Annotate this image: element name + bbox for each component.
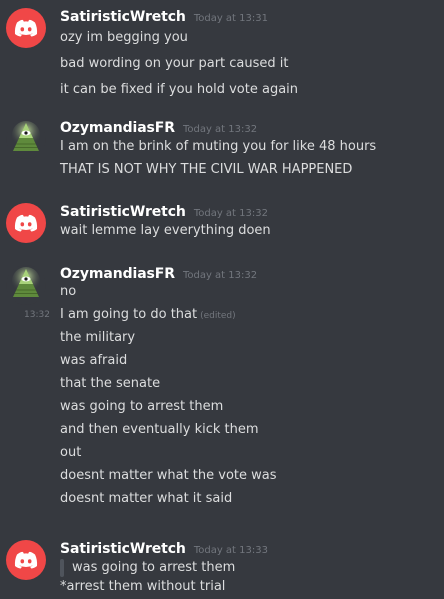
message-text: *arrest them without trial xyxy=(60,579,226,594)
message-text: out xyxy=(60,445,82,460)
illuminati-pyramid-icon xyxy=(12,121,40,151)
username[interactable]: OzymandiasFR xyxy=(60,120,175,136)
username[interactable]: SatiristicWretch xyxy=(60,9,186,25)
message-header: SatiristicWretch Today at 13:31 xyxy=(60,6,268,25)
discord-logo-icon xyxy=(14,19,38,37)
message-text: I am on the brink of muting you for like… xyxy=(60,139,377,154)
message-text: doesnt matter what the vote was xyxy=(60,468,277,483)
message-text: it can be fixed if you hold vote again xyxy=(60,82,299,97)
discord-logo-icon xyxy=(14,214,38,232)
message-text-content: I am going to do that xyxy=(60,307,198,322)
message-text: no xyxy=(60,284,77,299)
message-text: was afraid xyxy=(60,353,128,368)
avatar[interactable] xyxy=(6,119,46,159)
timestamp[interactable]: Today at 13:33 xyxy=(194,545,268,556)
timestamp[interactable]: Today at 13:32 xyxy=(183,124,257,135)
edited-label: (edited) xyxy=(200,311,236,321)
avatar[interactable] xyxy=(6,540,46,580)
message-header: SatiristicWretch Today at 13:32 xyxy=(60,201,268,220)
username[interactable]: SatiristicWretch xyxy=(60,541,186,557)
blockquote-text: was going to arrest them xyxy=(72,560,236,575)
avatar[interactable] xyxy=(6,265,46,305)
timestamp[interactable]: Today at 13:31 xyxy=(194,13,268,24)
message-text: the military xyxy=(60,330,136,345)
message-text: doesnt matter what it said xyxy=(60,491,233,506)
message-text: and then eventually kick them xyxy=(60,422,259,437)
avatar[interactable] xyxy=(6,8,46,48)
message-text: THAT IS NOT WHY THE CIVIL WAR HAPPENED xyxy=(60,162,353,177)
username[interactable]: SatiristicWretch xyxy=(60,204,186,220)
message-text: bad wording on your part caused it xyxy=(60,56,289,71)
message-text: wait lemme lay everything doen xyxy=(60,223,271,238)
timestamp[interactable]: Today at 13:32 xyxy=(183,270,257,281)
discord-logo-icon xyxy=(14,551,38,569)
message-header: SatiristicWretch Today at 13:33 xyxy=(60,538,268,557)
blockquote-bar xyxy=(60,559,64,577)
avatar[interactable] xyxy=(6,203,46,243)
message-header: OzymandiasFR Today at 13:32 xyxy=(60,263,257,282)
chat-log: SatiristicWretch Today at 13:31 ozy im be… xyxy=(0,0,444,599)
message-header: OzymandiasFR Today at 13:32 xyxy=(60,117,257,136)
message-text: that the senate xyxy=(60,376,161,391)
timestamp[interactable]: Today at 13:32 xyxy=(194,208,268,219)
message-text: was going to arrest them xyxy=(60,399,224,414)
illuminati-pyramid-icon xyxy=(12,267,40,297)
message-text: I am going to do that (edited) xyxy=(60,306,236,325)
message-text: ozy im begging you xyxy=(60,30,188,45)
hover-timestamp: 13:32 xyxy=(24,310,50,320)
username[interactable]: OzymandiasFR xyxy=(60,266,175,282)
